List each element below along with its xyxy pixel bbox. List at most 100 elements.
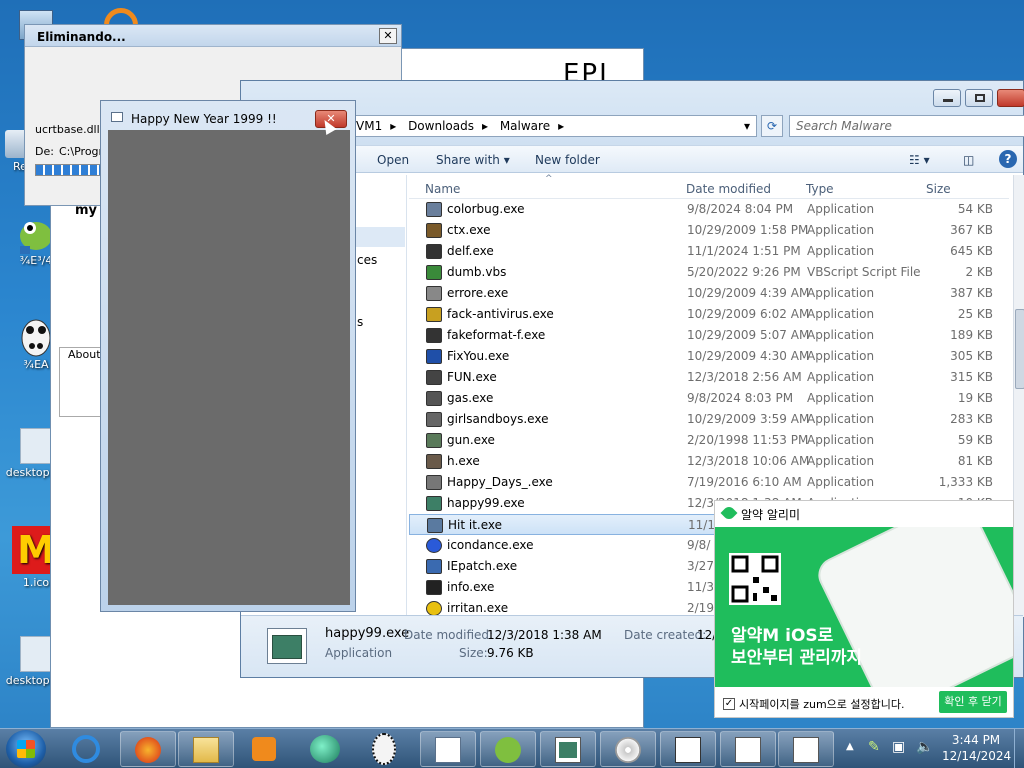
window-icon: [111, 112, 123, 122]
file-name: Hit it.exe: [448, 518, 503, 532]
taskbar-wordpad[interactable]: [420, 731, 476, 767]
file-icon: [426, 433, 442, 448]
chevron-up-icon[interactable]: ▲: [846, 741, 854, 752]
taskbar-ie[interactable]: [64, 733, 108, 765]
share-with-button[interactable]: Share with ▾: [436, 153, 510, 167]
preview-pane-icon[interactable]: ◫: [963, 153, 974, 167]
open-button[interactable]: Open: [377, 153, 409, 167]
close-button[interactable]: ✕: [379, 28, 397, 44]
document-icon: [435, 737, 461, 763]
volume-muted-icon[interactable]: 🔈: [916, 739, 933, 755]
file-row[interactable]: errore.exe 10/29/2009 4:39 AM Application 3…: [409, 283, 1009, 304]
breadcrumb-item[interactable]: VM1: [352, 116, 386, 136]
file-date: 11/1/2024 1:51 PM: [687, 244, 801, 258]
file-name: errore.exe: [447, 286, 509, 300]
confirm-close-label: 확인 후 닫기: [944, 695, 1002, 708]
confirm-close-button[interactable]: 확인 후 닫기: [939, 691, 1007, 713]
new-folder-button[interactable]: New folder: [535, 153, 600, 167]
column-size[interactable]: Size: [926, 182, 951, 196]
taskbar-explorer[interactable]: [178, 731, 234, 767]
taskbar-app-sphere[interactable]: [306, 733, 346, 765]
file-icon: [426, 328, 442, 343]
minimize-button[interactable]: [933, 89, 961, 107]
taskbar: ▲ ✎ ▣ 🔈 3:44 PM 12/14/2024: [0, 728, 1024, 768]
scrollbar-thumb[interactable]: [1015, 309, 1024, 389]
show-desktop-button[interactable]: [1014, 729, 1024, 768]
file-row[interactable]: delf.exe 11/1/2024 1:51 PM Application 645 …: [409, 241, 1009, 262]
details-modified-label: Date modified:: [404, 628, 494, 642]
network-icon[interactable]: ▣: [892, 739, 905, 755]
file-date: 9/8/2024 8:03 PM: [687, 391, 794, 405]
column-date[interactable]: Date modified: [686, 182, 771, 196]
view-options-icon[interactable]: ☷ ▾: [909, 153, 930, 167]
clock-date[interactable]: 12/14/2024: [942, 749, 1011, 763]
chevron-down-icon[interactable]: ▾: [740, 116, 754, 136]
desktop-icon-label: ¾EA: [23, 358, 49, 371]
file-icon: [426, 559, 442, 574]
vertical-scrollbar[interactable]: [1013, 175, 1024, 617]
file-name: IEpatch.exe: [447, 559, 518, 573]
breadcrumb-item[interactable]: Downloads: [404, 116, 478, 136]
maximize-button[interactable]: [965, 89, 993, 107]
help-icon[interactable]: ?: [999, 150, 1017, 168]
file-row[interactable]: dumb.vbs 5/20/2022 9:26 PM VBScript Script…: [409, 262, 1009, 283]
file-type: Application: [807, 391, 875, 405]
window-title: Happy New Year 1999 !!: [131, 112, 277, 126]
file-type: Application: [807, 286, 875, 300]
file-row[interactable]: Happy_Days_.exe 7/19/2016 6:10 AM Applicat…: [409, 472, 1009, 493]
file-size: 19 KB: [957, 391, 993, 405]
file-name: irritan.exe: [447, 601, 509, 615]
close-button[interactable]: [997, 89, 1024, 107]
pen-tray-icon[interactable]: ✎: [868, 739, 880, 755]
start-button[interactable]: [6, 730, 46, 768]
file-name: FixYou.exe: [447, 349, 510, 363]
file-row[interactable]: colorbug.exe 9/8/2024 8:04 PM Application 5…: [409, 199, 1009, 220]
taskbar-cd[interactable]: [600, 731, 656, 767]
file-type: Application: [807, 223, 875, 237]
file-date: 10/29/2009 4:30 AM: [687, 349, 810, 363]
column-type[interactable]: Type: [806, 182, 834, 196]
file-icon: [426, 601, 442, 616]
file-row[interactable]: gas.exe 9/8/2024 8:03 PM Application 19 KB: [409, 388, 1009, 409]
file-row[interactable]: FixYou.exe 10/29/2009 4:30 AM Application 3…: [409, 346, 1009, 367]
file-name: Happy_Days_.exe: [447, 475, 553, 489]
search-input[interactable]: Search Malware: [789, 115, 1024, 137]
file-row[interactable]: girlsandboys.exe 10/29/2009 3:59 AM Applic…: [409, 409, 1009, 430]
taskbar-gecko[interactable]: [480, 731, 536, 767]
file-row[interactable]: fack-antivirus.exe 10/29/2009 6:02 AM Appl…: [409, 304, 1009, 325]
from-label: De:: [35, 145, 54, 158]
taskbar-window[interactable]: [660, 731, 716, 767]
taskbar-readme[interactable]: [778, 731, 834, 767]
nav-item[interactable]: ces: [357, 253, 377, 267]
file-type: Application: [807, 307, 875, 321]
file-row[interactable]: fakeformat-f.exe 10/29/2009 5:07 AM Applic…: [409, 325, 1009, 346]
start-page-checkbox[interactable]: ✓: [723, 698, 735, 710]
file-row[interactable]: gun.exe 2/20/1998 11:53 PM Application 59 K…: [409, 430, 1009, 451]
breadcrumb-item[interactable]: Malware: [496, 116, 554, 136]
file-date: 12/3/2018 2:56 AM: [687, 370, 802, 384]
column-name[interactable]: Name: [425, 182, 460, 196]
file-type: Application: [807, 454, 875, 468]
progress-bar: [35, 164, 101, 176]
file-row[interactable]: FUN.exe 12/3/2018 2:56 AM Application 315 K…: [409, 367, 1009, 388]
refresh-button[interactable]: ⟳: [761, 115, 783, 137]
settings-file-icon: [20, 636, 52, 672]
breadcrumb[interactable]: VM1 ▸ Downloads ▸ Malware ▸ ▾: [351, 115, 757, 137]
nav-selected-item[interactable]: [355, 227, 405, 247]
file-row[interactable]: h.exe 12/3/2018 10:06 AM Application 81 KB: [409, 451, 1009, 472]
file-row[interactable]: ctx.exe 10/29/2009 1:58 PM Application 367 …: [409, 220, 1009, 241]
desktop-icon-label: 1.ico: [22, 576, 50, 589]
file-date: 9/8/: [687, 538, 711, 552]
taskbar-notepad[interactable]: [720, 731, 776, 767]
taskbar-firefox[interactable]: [120, 731, 176, 767]
nav-item[interactable]: s: [357, 315, 363, 329]
clock-time[interactable]: 3:44 PM: [950, 733, 1002, 747]
file-icon: [426, 265, 442, 280]
taskbar-media[interactable]: [248, 735, 278, 763]
taskbar-cow[interactable]: [366, 731, 402, 767]
file-icon: [427, 518, 443, 533]
file-name: fakeformat-f.exe: [447, 328, 546, 342]
taskbar-happy99[interactable]: [540, 731, 596, 767]
ad-banner[interactable]: 알약M iOS로 보안부터 관리까지: [715, 527, 1013, 687]
file-date: 10/29/2009 3:59 AM: [687, 412, 810, 426]
